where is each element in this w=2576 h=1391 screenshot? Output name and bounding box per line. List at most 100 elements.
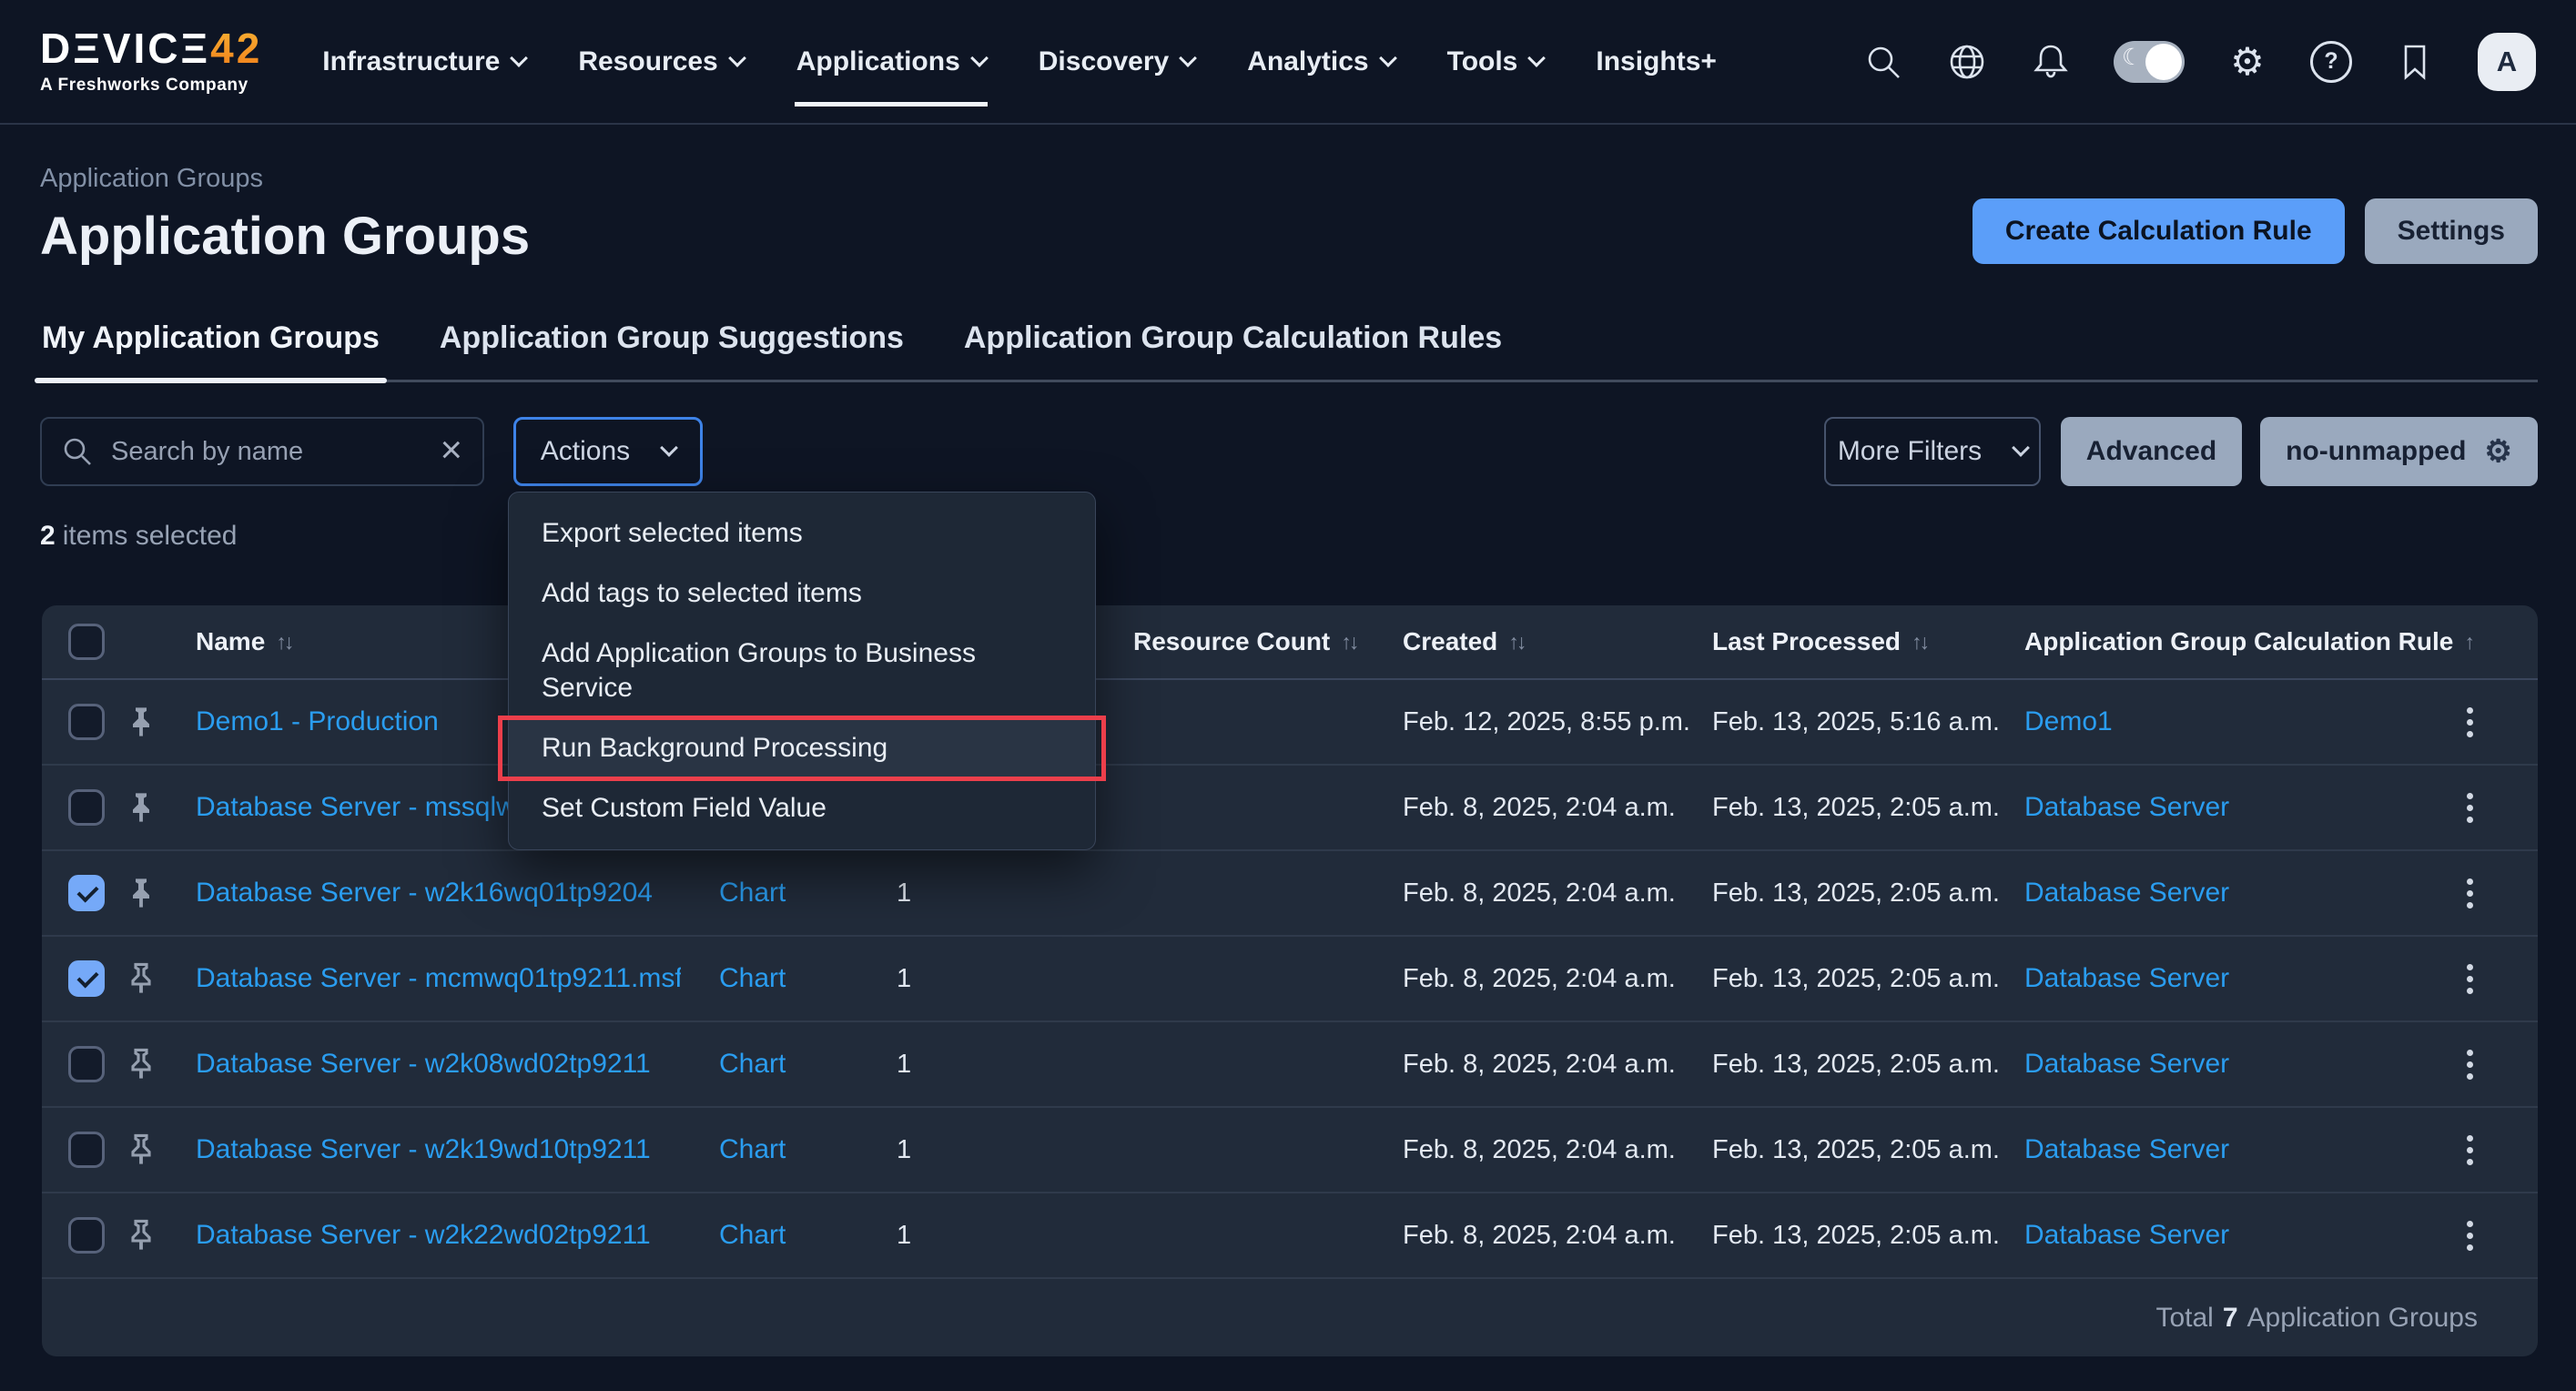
- group-name-link[interactable]: Database Server - w2k19wd10tp9211: [196, 1134, 681, 1165]
- calc-rule-link[interactable]: Database Server: [2024, 963, 2414, 994]
- row-actions-kebab-icon[interactable]: [2458, 1041, 2482, 1089]
- saved-filter-button[interactable]: no-unmapped ⚙: [2260, 417, 2538, 486]
- column-header-calc-rule[interactable]: Application Group Calculation Rule↑: [1986, 627, 2414, 656]
- row-actions-kebab-icon[interactable]: [2458, 698, 2482, 746]
- column-header-last-processed[interactable]: Last Processed↑↓: [1674, 627, 1986, 656]
- row-checkbox[interactable]: [68, 789, 105, 826]
- nav-item-infrastructure[interactable]: Infrastructure: [322, 46, 525, 77]
- row-checkbox[interactable]: [68, 1217, 105, 1254]
- nav-item-resources[interactable]: Resources: [578, 46, 743, 77]
- filter-gear-icon[interactable]: ⚙: [2484, 436, 2511, 467]
- last-processed-cell: Feb. 13, 2025, 2:05 a.m.: [1674, 1221, 1986, 1251]
- tabs: My Application Groups Application Group …: [40, 320, 2538, 382]
- chevron-down-icon: [728, 49, 746, 67]
- calc-rule-link[interactable]: Demo1: [2024, 706, 2414, 737]
- chart-link[interactable]: Chart: [719, 878, 858, 909]
- user-avatar[interactable]: A: [2478, 33, 2536, 91]
- row-checkbox[interactable]: [68, 704, 105, 740]
- tab-application-group-calculation-rules[interactable]: Application Group Calculation Rules: [962, 320, 1504, 380]
- nav-item-tools[interactable]: Tools: [1447, 46, 1544, 77]
- calc-rule-link[interactable]: Database Server: [2024, 878, 2414, 909]
- menu-item-set-custom-field-value[interactable]: Set Custom Field Value: [509, 778, 1095, 838]
- row-actions-kebab-icon[interactable]: [2458, 1126, 2482, 1174]
- group-name-link[interactable]: Database Server - w2k22wd02tp9211: [196, 1220, 681, 1251]
- column-header-resource-count[interactable]: Resource Count↑↓: [1095, 627, 1364, 656]
- table-body: Demo1 - Production Feb. 12, 2025, 8:55 p…: [42, 680, 2538, 1279]
- row-checkbox[interactable]: [68, 1132, 105, 1168]
- calc-rule-link[interactable]: Database Server: [2024, 1134, 2414, 1165]
- calc-rule-link[interactable]: Database Server: [2024, 792, 2414, 823]
- globe-icon[interactable]: [1946, 41, 1988, 83]
- row-actions-kebab-icon[interactable]: [2458, 869, 2482, 918]
- pin-icon[interactable]: [127, 1219, 155, 1252]
- actions-dropdown-button[interactable]: Actions: [513, 417, 703, 486]
- search-box: ×: [40, 417, 484, 486]
- notifications-bell-icon[interactable]: [2030, 41, 2072, 83]
- tab-application-group-suggestions[interactable]: Application Group Suggestions: [438, 320, 906, 380]
- row-actions-kebab-icon[interactable]: [2458, 1212, 2482, 1260]
- more-filters-button[interactable]: More Filters: [1824, 417, 2041, 486]
- group-name-link[interactable]: Database Server - w2k16wq01tp9204: [196, 878, 681, 909]
- create-calculation-rule-button[interactable]: Create Calculation Rule: [1973, 198, 2345, 264]
- sort-icon: ↑: [2464, 630, 2472, 655]
- group-name-link[interactable]: Database Server - w2k08wd02tp9211: [196, 1049, 681, 1080]
- row-checkbox[interactable]: [68, 875, 105, 911]
- chevron-down-icon: [970, 49, 989, 67]
- table-row: Database Server - mssqlwd0 Feb. 8, 2025,…: [42, 766, 2538, 851]
- table-footer: Total7Application Groups: [42, 1279, 2538, 1356]
- chart-link[interactable]: Chart: [719, 1220, 858, 1251]
- pin-icon[interactable]: [127, 962, 155, 995]
- table-row: Database Server - w2k22wd02tp9211 Chart …: [42, 1193, 2538, 1279]
- column-header-created[interactable]: Created↑↓: [1364, 627, 1674, 656]
- select-all-checkbox[interactable]: [68, 624, 105, 660]
- table-row: Database Server - mcmwq01tp9211.msft… Ch…: [42, 937, 2538, 1022]
- row-actions-kebab-icon[interactable]: [2458, 784, 2482, 832]
- help-icon[interactable]: ?: [2310, 41, 2352, 83]
- bookmark-icon[interactable]: [2394, 41, 2436, 83]
- row-actions-kebab-icon[interactable]: [2458, 955, 2482, 1003]
- device42-logo[interactable]: DΞVICΞ42 A Freshworks Company: [40, 27, 262, 96]
- settings-button[interactable]: Settings: [2365, 198, 2538, 264]
- top-navbar: DΞVICΞ42 A Freshworks Company Infrastruc…: [0, 0, 2576, 125]
- pin-icon[interactable]: [127, 877, 155, 909]
- resource-count-cell: 1: [858, 1135, 1095, 1165]
- pin-icon[interactable]: [127, 1133, 155, 1166]
- actions-dropdown-menu: Export selected items Add tags to select…: [508, 492, 1096, 850]
- advanced-button[interactable]: Advanced: [2061, 417, 2242, 486]
- pin-icon[interactable]: [127, 1048, 155, 1081]
- row-checkbox[interactable]: [68, 1046, 105, 1082]
- chevron-down-icon: [1179, 49, 1197, 67]
- sort-icon: ↑↓: [1508, 630, 1524, 655]
- row-checkbox[interactable]: [68, 960, 105, 997]
- menu-item-add-tags-to-selected-items[interactable]: Add tags to selected items: [509, 564, 1095, 624]
- created-cell: Feb. 8, 2025, 2:04 a.m.: [1364, 793, 1674, 823]
- filter-controls: More Filters Advanced no-unmapped ⚙: [1824, 417, 2538, 486]
- chart-link[interactable]: Chart: [719, 1134, 858, 1165]
- nav-item-insights-[interactable]: Insights+: [1596, 46, 1717, 77]
- calc-rule-link[interactable]: Database Server: [2024, 1049, 2414, 1080]
- breadcrumb[interactable]: Application Groups: [40, 164, 263, 194]
- menu-item-run-background-processing[interactable]: Run Background Processing: [509, 718, 1095, 778]
- menu-item-export-selected-items[interactable]: Export selected items: [509, 503, 1095, 564]
- moon-icon: ☾: [2122, 46, 2142, 69]
- nav-item-discovery[interactable]: Discovery: [1039, 46, 1194, 77]
- dark-mode-toggle[interactable]: ☾: [2114, 41, 2185, 83]
- clear-search-icon[interactable]: ×: [440, 431, 462, 469]
- pin-icon[interactable]: [127, 706, 155, 738]
- resource-count-cell: 1: [858, 1221, 1095, 1251]
- menu-item-add-application-groups-to-business-service[interactable]: Add Application Groups to Business Servi…: [509, 624, 1095, 718]
- nav-item-analytics[interactable]: Analytics: [1247, 46, 1394, 77]
- resource-count-cell: 1: [858, 878, 1095, 909]
- search-input[interactable]: [109, 436, 423, 468]
- pin-icon[interactable]: [127, 791, 155, 824]
- nav-item-applications[interactable]: Applications: [796, 46, 986, 77]
- settings-gear-icon[interactable]: ⚙: [2226, 41, 2268, 83]
- tab-my-application-groups[interactable]: My Application Groups: [40, 320, 381, 380]
- chevron-down-icon: [2012, 439, 2030, 457]
- chart-link[interactable]: Chart: [719, 1049, 858, 1080]
- calc-rule-link[interactable]: Database Server: [2024, 1220, 2414, 1251]
- group-name-link[interactable]: Database Server - mcmwq01tp9211.msft…: [196, 963, 681, 994]
- sort-icon: ↑↓: [1341, 630, 1356, 655]
- search-icon[interactable]: [1862, 41, 1904, 83]
- chart-link[interactable]: Chart: [719, 963, 858, 994]
